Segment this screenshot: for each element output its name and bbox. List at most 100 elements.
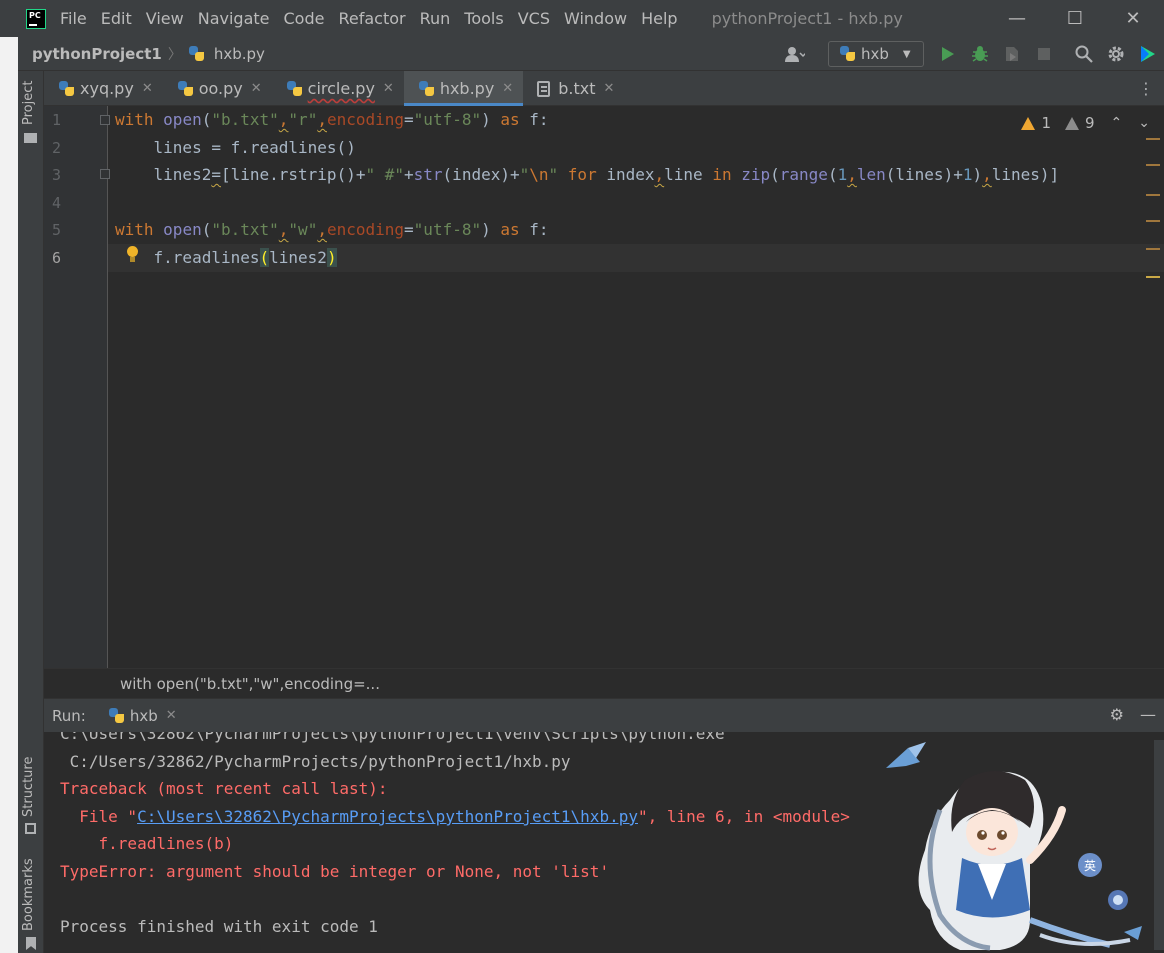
play-icon — [942, 47, 954, 61]
project-tool-button[interactable]: Project — [21, 81, 36, 125]
close-window-button[interactable]: ✕ — [1104, 0, 1162, 37]
folder-icon — [24, 133, 37, 143]
coverage-icon — [1006, 47, 1018, 61]
search-icon — [1075, 45, 1093, 63]
bookmark-icon — [26, 937, 36, 950]
code-editor[interactable]: 1 2 3 4 5 6 with open("b.txt","r",encodi… — [44, 106, 1164, 668]
settings-button[interactable] — [1100, 39, 1132, 69]
console-line: Traceback (most recent call last): — [60, 779, 388, 798]
traceback-file-link[interactable]: C:\Users\32862\PycharmProjects\pythonPro… — [137, 807, 638, 826]
coverage-button[interactable] — [996, 39, 1028, 69]
fold-marker-icon[interactable] — [100, 169, 110, 179]
account-button[interactable] — [778, 42, 812, 66]
debug-button[interactable] — [964, 39, 996, 69]
tab-oo[interactable]: oo.py ✕ — [163, 71, 272, 106]
inspection-widget[interactable]: 1 9 ⌃ ⌄ — [1021, 114, 1150, 132]
run-tab-label: hxb — [129, 706, 158, 725]
scrollbar-marker[interactable] — [1146, 248, 1160, 250]
stop-button[interactable] — [1028, 39, 1060, 69]
menu-vcs[interactable]: VCS — [518, 7, 550, 30]
menu-edit[interactable]: Edit — [101, 7, 132, 30]
tab-label: b.txt — [558, 79, 596, 98]
tab-label: hxb.py — [439, 79, 495, 98]
close-icon[interactable]: ✕ — [502, 81, 513, 96]
breadcrumb-file[interactable]: hxb.py — [214, 45, 265, 63]
close-icon[interactable]: ✕ — [251, 81, 262, 96]
gear-icon[interactable]: ⚙ — [1110, 705, 1124, 724]
tab-b-txt[interactable]: b.txt ✕ — [523, 71, 624, 106]
code-line-3: lines2=[line.rstrip()+" #"+str(index)+"\… — [115, 165, 1060, 184]
scrollbar-marker[interactable] — [1146, 276, 1160, 278]
run-configuration-select[interactable]: hxb ▼ — [828, 41, 924, 67]
close-icon[interactable]: ✕ — [603, 81, 614, 96]
menu-code[interactable]: Code — [284, 7, 325, 30]
breadcrumb-project[interactable]: pythonProject1 — [32, 45, 162, 63]
run-configuration-label: hxb — [861, 45, 889, 63]
menu-run[interactable]: Run — [420, 7, 451, 30]
close-icon[interactable]: ✕ — [142, 81, 153, 96]
more-tabs-icon[interactable]: ⋮ — [1138, 79, 1154, 98]
code-breadcrumb-bar: with open("b.txt","w",encoding=... — [44, 668, 1164, 698]
window-title: pythonProject1 - hxb.py — [711, 9, 903, 28]
code-breadcrumb[interactable]: with open("b.txt","w",encoding=... — [120, 675, 380, 693]
fold-marker-icon[interactable] — [100, 115, 110, 125]
menu-window[interactable]: Window — [564, 7, 627, 30]
run-tab-hxb[interactable]: hxb ✕ — [108, 707, 177, 725]
warning-count: 1 — [1041, 114, 1051, 132]
code-line-1: with open("b.txt","r",encoding="utf-8") … — [115, 110, 549, 129]
jetbrains-toolbox-button[interactable] — [1132, 39, 1164, 69]
left-tool-stripe: Project Structure Bookmarks — [18, 71, 44, 953]
bookmarks-tool-button[interactable]: Bookmarks — [21, 858, 36, 931]
python-file-icon — [286, 80, 304, 98]
close-icon[interactable]: ✕ — [166, 708, 177, 723]
python-file-icon — [177, 80, 195, 98]
tab-hxb[interactable]: hxb.py ✕ — [403, 71, 524, 106]
console-line: Process finished with exit code 1 — [60, 917, 378, 936]
console-line: C:/Users/32862/PycharmProjects/pythonPro… — [60, 752, 571, 771]
scrollbar-marker[interactable] — [1146, 194, 1160, 196]
minimize-button[interactable]: — — [988, 0, 1046, 37]
breadcrumb-separator: 〉 — [167, 46, 182, 63]
python-icon — [839, 45, 857, 63]
line-number: 2 — [52, 139, 62, 157]
bug-icon — [972, 46, 988, 62]
structure-tool-button[interactable]: Structure — [21, 757, 36, 817]
search-everywhere-button[interactable] — [1068, 39, 1100, 69]
scrollbar-marker[interactable] — [1146, 138, 1160, 140]
tab-label: oo.py — [198, 79, 243, 98]
menu-refactor[interactable]: Refactor — [338, 7, 405, 30]
python-icon — [108, 707, 126, 725]
anime-sticker: 英 — [880, 740, 1164, 953]
menu-file[interactable]: File — [60, 7, 87, 30]
jetbrains-logo-icon — [1141, 46, 1155, 62]
tab-label: circle.py — [307, 79, 375, 98]
run-button[interactable] — [932, 39, 964, 69]
menu-help[interactable]: Help — [641, 7, 677, 30]
hide-icon[interactable]: — — [1140, 705, 1156, 724]
code-line-5: with open("b.txt","w",encoding="utf-8") … — [115, 220, 549, 239]
scrollbar-marker[interactable] — [1146, 220, 1160, 222]
console-line: C:\Users\32862\PycharmProjects\pythonPro… — [60, 732, 725, 743]
desktop-edge — [0, 37, 18, 953]
line-number: 3 — [52, 166, 62, 184]
user-icon — [785, 47, 805, 62]
previous-highlight-icon[interactable]: ⌃ — [1111, 115, 1123, 131]
tab-xyq[interactable]: xyq.py ✕ — [44, 71, 163, 106]
menu-navigate[interactable]: Navigate — [198, 7, 270, 30]
gutter: 1 2 3 4 5 6 — [44, 106, 110, 668]
code-line-2: lines = f.readlines() — [115, 138, 356, 157]
navigation-bar: pythonProject1 〉 hxb.py hxb ▼ — [18, 37, 1164, 71]
close-icon[interactable]: ✕ — [383, 81, 394, 96]
menu-view[interactable]: View — [146, 7, 184, 30]
scrollbar-marker[interactable] — [1146, 164, 1160, 166]
tab-circle[interactable]: circle.py ✕ — [272, 71, 404, 106]
structure-icon — [25, 823, 36, 834]
line-number: 1 — [52, 111, 62, 129]
next-highlight-icon[interactable]: ⌄ — [1138, 115, 1150, 131]
maximize-button[interactable]: ☐ — [1046, 0, 1104, 37]
run-title: Run: — [52, 706, 86, 725]
line-number: 4 — [52, 194, 62, 212]
weak-warning-count: 9 — [1084, 114, 1095, 132]
console-line: File "C:\Users\32862\PycharmProjects\pyt… — [60, 807, 850, 826]
menu-tools[interactable]: Tools — [464, 7, 503, 30]
